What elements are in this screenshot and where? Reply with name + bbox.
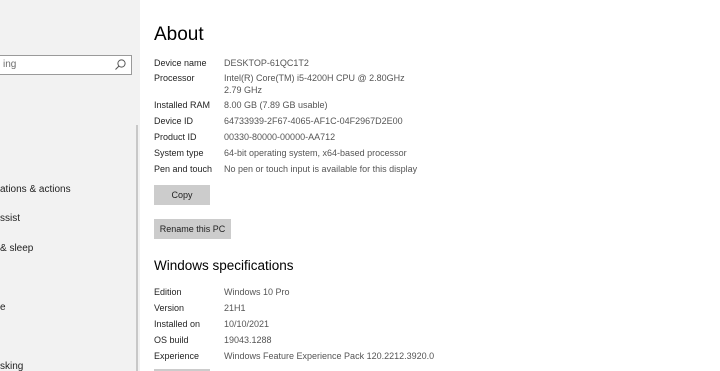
field-label: Installed on	[154, 319, 201, 329]
field-value: 10/10/2021	[224, 319, 270, 329]
field-value: Intel(R) Core(TM) i5-4200H CPU @ 2.80GHz…	[224, 73, 405, 95]
field-label: Pen and touch	[154, 164, 213, 174]
field-value: 00330-80000-00000-AA712	[224, 132, 336, 142]
sidebar-scrollbar[interactable]	[136, 125, 138, 371]
search-input-text: ing	[3, 59, 17, 70]
main-content: About Device name DESKTOP-61QC1T2 Proces…	[140, 0, 720, 371]
field-value: 8.00 GB (7.89 GB usable)	[224, 100, 328, 110]
field-value: 21H1	[224, 303, 246, 313]
field-value: 19043.1288	[224, 335, 272, 345]
sidebar-item-focus-assist[interactable]: ssist	[0, 213, 20, 224]
field-label: Experience	[154, 351, 200, 361]
field-label: Installed RAM	[154, 100, 211, 110]
search-icon[interactable]	[114, 58, 127, 71]
sidebar-item-notifications-actions[interactable]: ations & actions	[0, 184, 71, 195]
sidebar-item-storage[interactable]: e	[0, 302, 6, 313]
field-value: Windows 10 Pro	[224, 287, 290, 297]
navigation-pane: ing ations & actions ssist & sleep e ski…	[0, 0, 140, 371]
field-value: DESKTOP-61QC1T2	[224, 58, 309, 68]
windows-specifications-heading: Windows specifications	[154, 258, 294, 273]
copy-button[interactable]: Copy	[154, 185, 210, 205]
field-label: Edition	[154, 287, 182, 297]
sidebar-item-multitasking[interactable]: sking	[0, 361, 23, 371]
search-input[interactable]: ing	[0, 55, 132, 75]
rename-pc-button[interactable]: Rename this PC	[154, 219, 231, 239]
field-value: No pen or touch input is available for t…	[224, 164, 418, 174]
field-label: Version	[154, 303, 185, 313]
field-label: Processor	[154, 73, 195, 83]
field-value: Windows Feature Experience Pack 120.2212…	[224, 351, 435, 361]
field-label: Device name	[154, 58, 207, 68]
field-label: OS build	[154, 335, 189, 345]
field-label: System type	[154, 148, 204, 158]
field-label: Device ID	[154, 116, 194, 126]
field-label: Product ID	[154, 132, 197, 142]
field-value: 64-bit operating system, x64-based proce…	[224, 148, 407, 158]
page-title: About	[154, 24, 204, 45]
sidebar-item-power-sleep[interactable]: & sleep	[0, 243, 33, 254]
field-value: 64733939-2F67-4065-AF1C-04F2967D2E00	[224, 116, 403, 126]
